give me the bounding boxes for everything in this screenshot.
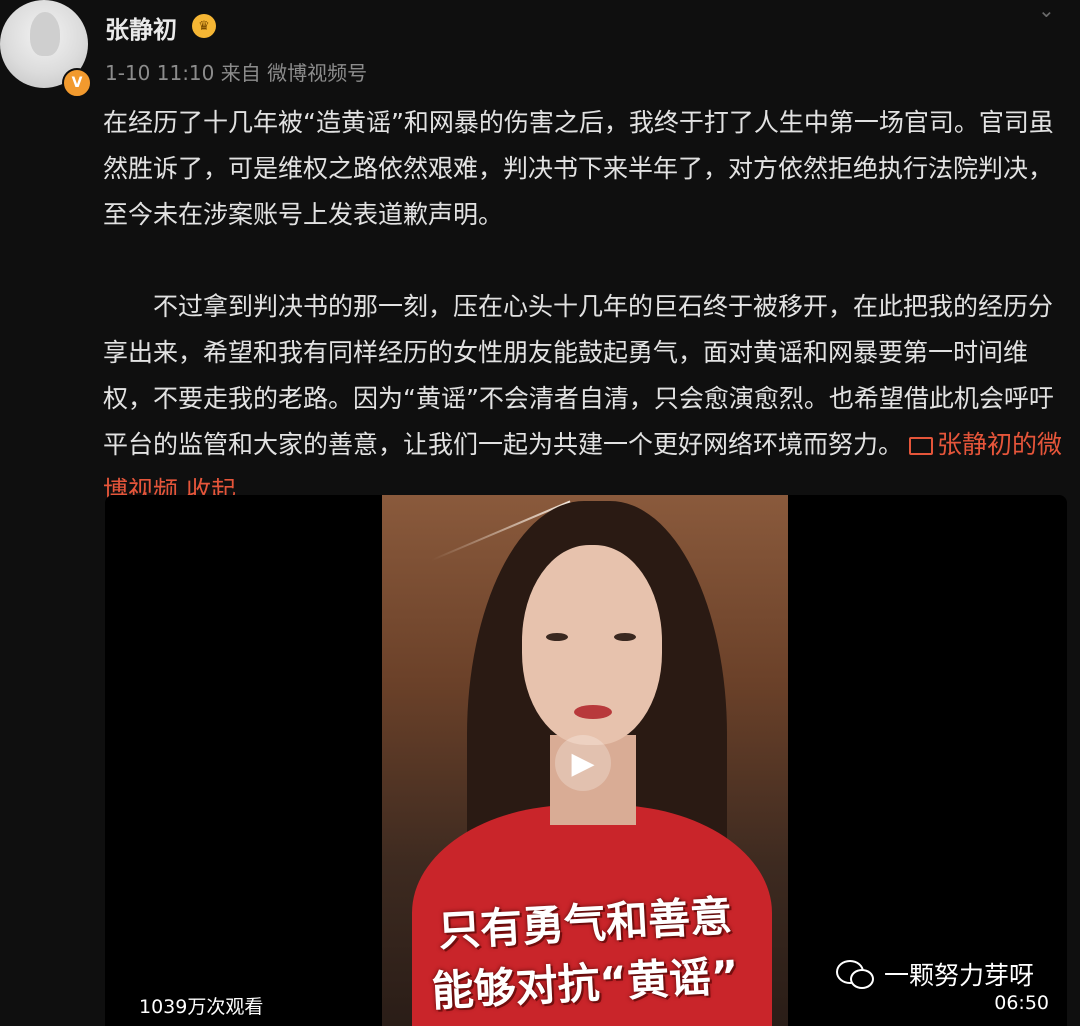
face <box>522 545 662 745</box>
watermark-text: 一颗努力芽呀 <box>884 961 1035 990</box>
post-timestamp: 1-10 11:10 <box>105 61 215 85</box>
chevron-down-icon[interactable]: ⌄ <box>1038 0 1055 22</box>
lips <box>574 705 612 719</box>
wechat-icon <box>836 960 874 989</box>
watermark: 一颗努力芽呀 <box>836 956 1034 992</box>
view-count: 1039万次观看 <box>139 996 264 1018</box>
eye-right <box>614 633 636 641</box>
username[interactable]: 张静初 <box>105 10 177 45</box>
verified-badge-icon: V <box>62 68 92 98</box>
post-body: 在经历了十几年被“造黄谣”和网暴的伤害之后，我终于打了人生中第一场官司。官司虽然… <box>103 100 1063 514</box>
play-icon[interactable]: ▶ <box>555 735 611 791</box>
post-source[interactable]: 来自 微博视频号 <box>221 61 367 85</box>
crown-icon: ♛ <box>192 14 216 38</box>
post-paragraph-2: 不过拿到判决书的那一刻，压在心头十几年的巨石终于被移开，在此把我的经历分享出来，… <box>103 284 1063 514</box>
post-paragraph-1: 在经历了十几年被“造黄谣”和网暴的伤害之后，我终于打了人生中第一场官司。官司虽然… <box>103 108 1054 229</box>
eye-left <box>546 633 568 641</box>
video-frame: 只有勇气和善意 能够对抗“黄谣” ▶ <box>382 495 788 1026</box>
avatar-figure <box>30 12 60 56</box>
video-player[interactable]: 只有勇气和善意 能够对抗“黄谣” ▶ 1039万次观看 06:50 <box>105 495 1067 1026</box>
post-meta: 1-10 11:10 来自 微博视频号 <box>105 57 367 86</box>
video-duration: 06:50 <box>994 992 1049 1014</box>
video-icon <box>909 437 934 455</box>
